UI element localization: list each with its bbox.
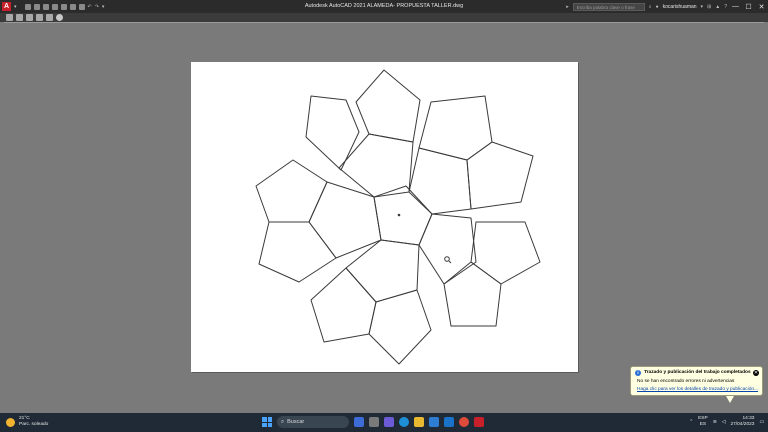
tray-overflow-icon[interactable]: ⌃ [689,420,693,425]
notification-details-link[interactable]: Haga clic para ver los detalles de traza… [637,387,758,392]
pentagon-shape [418,213,477,285]
taskbar-search-label: Buscar [287,419,305,425]
pentagon-shape [470,221,541,285]
print-icon[interactable] [6,14,13,21]
minimize-button[interactable]: — [731,3,740,10]
close-icon[interactable]: ✕ [753,370,759,376]
taskbar-search[interactable]: ⌕ Buscar [277,416,349,428]
store-app-icon[interactable] [429,417,439,427]
wifi-icon[interactable]: ≋ [713,420,717,425]
widgets-app-icon[interactable] [354,417,364,427]
pentagon-shape [408,147,472,215]
pentagon-shape [305,95,360,171]
help-icon[interactable]: ? [724,4,727,10]
notification-message: No se han encontrado errores ni adverten… [637,379,735,384]
connect-icon[interactable]: ▲ [715,4,720,10]
zoom-original-icon[interactable] [46,14,53,21]
file-explorer-icon[interactable] [414,417,424,427]
weather-sun-icon [6,417,15,427]
user-name[interactable]: kocarishuaman [663,4,697,10]
pentagon-shape [310,267,377,343]
help-search-input[interactable]: Escriba palabra clave o frase [572,2,645,11]
windows-start-icon[interactable] [262,417,272,427]
pentagon-drawing [255,69,541,365]
magnifier-handle [448,260,452,264]
magnifier-icon [444,256,450,262]
zoom-icon[interactable] [26,14,33,21]
mail-app-icon[interactable] [444,417,454,427]
teams-app-icon[interactable] [384,417,394,427]
center-pentagon [373,185,433,246]
pentagon-shape [258,221,337,283]
chrome-app-icon[interactable] [459,417,469,427]
pentagon-shape [443,261,502,327]
pentagon-shape [355,69,421,143]
weather-text: Parc. soleado [19,422,49,427]
language-indicator[interactable]: ESP ES [698,416,708,428]
windows-taskbar: 21°C Parc. soleado ⌕ Buscar ⌃ ESP ES ≋ ◁… [0,413,768,432]
notification-tail [726,396,734,403]
weather-widget[interactable]: 21°C Parc. soleado [6,416,48,428]
task-view-icon[interactable] [369,417,379,427]
user-icon[interactable]: ● [656,4,659,10]
plot-preview-toolbar [0,13,768,22]
search-icon: ⌕ [281,418,285,425]
paper-sheet [191,62,578,372]
volume-icon[interactable]: ◁ [722,420,726,425]
zoom-window-icon[interactable] [36,14,43,21]
close-button[interactable]: ✕ [757,3,766,11]
title-bar: A ▾ ↶ ↷ ▾ Autodesk AutoCAD 2021 ALAMEDA-… [0,0,768,13]
notification-title: Trazado y publicación del trabajo comple… [644,370,751,375]
user-menu-arrow-icon[interactable]: ▾ [701,4,704,10]
info-icon: i [635,370,641,376]
autocad-taskbar-icon[interactable] [474,417,484,427]
pan-icon[interactable] [16,14,23,21]
maximize-button[interactable]: ☐ [744,3,753,11]
pentagon-shape [255,159,328,223]
edge-app-icon[interactable] [399,417,409,427]
search-expand-icon[interactable]: ▸ [566,4,569,10]
pentagon-shape [368,289,432,365]
search-icon[interactable]: ⌕ [649,4,652,10]
clock[interactable]: 14:33 27/04/2023 [730,416,754,428]
cart-icon[interactable]: ⊞ [707,4,711,10]
pentagon-shape [466,141,534,210]
plot-complete-notification[interactable]: i Trazado y publicación del trabajo comp… [630,366,763,403]
close-preview-icon[interactable] [56,14,63,21]
notifications-icon[interactable]: ▭ [759,420,764,425]
